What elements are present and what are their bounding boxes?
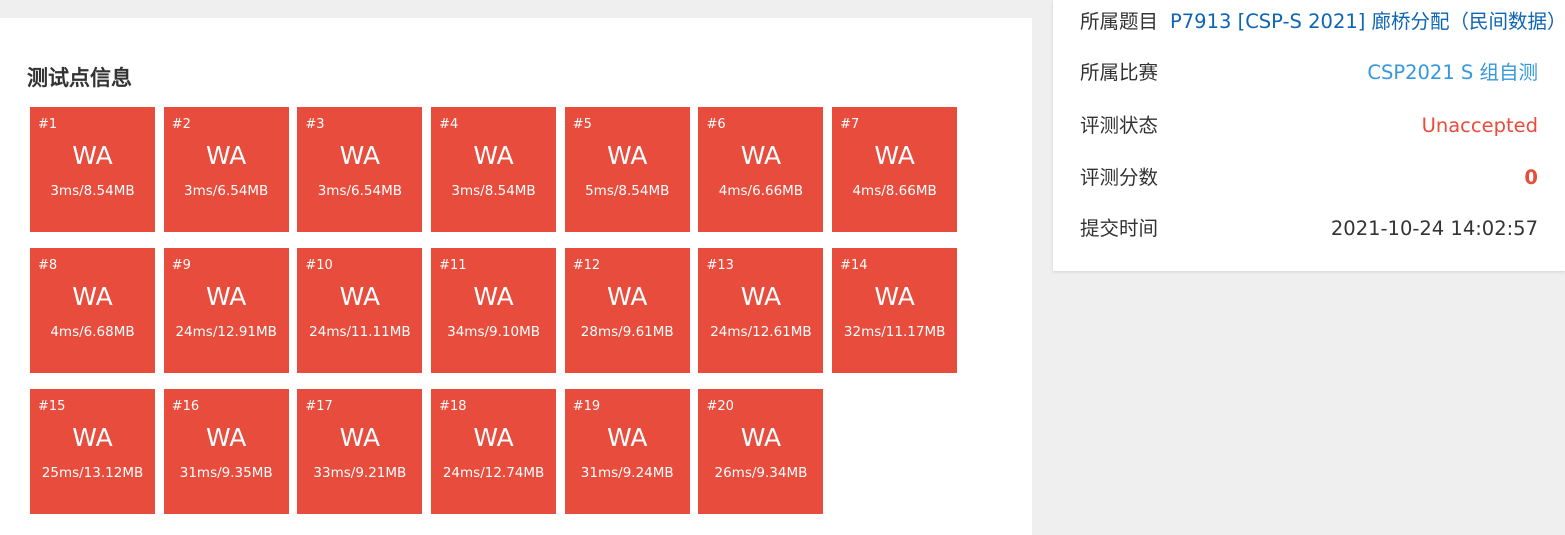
testcase-tile[interactable]: #11 WA 34ms/9.10MB xyxy=(431,248,557,373)
testcase-status: WA xyxy=(740,282,782,311)
testcase-number: #5 xyxy=(572,117,592,132)
testcase-status: WA xyxy=(473,423,514,452)
testcase-number: #7 xyxy=(840,117,860,132)
testcase-status: WA xyxy=(205,141,247,170)
testcase-section-title: 测试点信息 xyxy=(27,66,132,90)
testcase-number: #14 xyxy=(840,258,868,273)
testcase-number: #15 xyxy=(38,399,66,414)
testcase-number: #19 xyxy=(572,399,601,414)
testcase-usage: 31ms/9.24MB xyxy=(580,465,674,481)
testcase-number: #20 xyxy=(706,399,734,414)
testcase-tile[interactable]: #2 WA 3ms/6.54MB xyxy=(163,107,289,232)
testcase-status: WA xyxy=(72,282,113,311)
contest-link[interactable]: CSP2021 S 组自测 xyxy=(1367,58,1538,88)
score-label: 评测分数 xyxy=(1080,166,1159,189)
status-value: Unaccepted xyxy=(1421,114,1538,137)
testcase-card: 测试点信息 #1 WA 3ms/8.54MB #2 WA 3ms/6.54MB #3 WA 3m… xyxy=(0,18,1032,535)
score-value: 0 xyxy=(1524,166,1538,189)
testcase-number: #1 xyxy=(38,117,58,132)
testcase-status: WA xyxy=(205,423,247,452)
contest-row: 所属比赛 CSP2021 S 组自测 xyxy=(1080,58,1538,88)
testcase-usage: 4ms/8.66MB xyxy=(852,183,937,199)
testcase-number: #17 xyxy=(305,399,333,414)
testcase-usage: 24ms/12.74MB xyxy=(442,465,545,481)
testcase-status: WA xyxy=(473,282,514,311)
testcase-usage: 24ms/12.61MB xyxy=(710,324,812,340)
submit-time-value: 2021-10-24 14:02:57 xyxy=(1330,217,1538,240)
status-row: 评测状态 Unaccepted xyxy=(1080,111,1538,141)
problem-label: 所属题目 xyxy=(1080,10,1159,33)
testcase-tile[interactable]: #17 WA 33ms/9.21MB xyxy=(297,389,423,514)
testcase-tile[interactable]: #15 WA 25ms/13.12MB xyxy=(30,389,155,514)
submit-time-row: 提交时间 2021-10-24 14:02:57 xyxy=(1080,214,1538,244)
testcase-usage: 3ms/6.54MB xyxy=(184,183,269,199)
testcase-tile[interactable]: #7 WA 4ms/8.66MB xyxy=(832,107,958,232)
testcase-tile[interactable]: #6 WA 4ms/6.66MB xyxy=(698,107,824,232)
testcase-usage: 3ms/8.54MB xyxy=(451,183,536,199)
testcase-number: #18 xyxy=(439,399,467,414)
testcase-usage: 26ms/9.34MB xyxy=(714,465,808,481)
testcase-status: WA xyxy=(740,423,782,452)
testcase-usage: 4ms/6.68MB xyxy=(50,324,135,340)
testcase-status: WA xyxy=(607,282,648,311)
testcase-tile[interactable]: #14 WA 32ms/11.17MB xyxy=(832,248,958,373)
testcase-usage: 3ms/6.54MB xyxy=(317,183,403,199)
testcase-status: WA xyxy=(205,282,247,311)
testcase-tile[interactable]: #12 WA 28ms/9.61MB xyxy=(564,248,690,373)
contest-label: 所属比赛 xyxy=(1080,61,1159,84)
testcase-status: WA xyxy=(339,423,381,452)
testcase-status: WA xyxy=(607,141,648,170)
testcase-usage: 24ms/11.11MB xyxy=(309,324,411,340)
testcase-status: WA xyxy=(72,141,113,170)
testcase-tile[interactable]: #20 WA 26ms/9.34MB xyxy=(698,389,824,514)
testcase-usage: 32ms/11.17MB xyxy=(843,324,946,340)
testcase-usage: 31ms/9.35MB xyxy=(179,465,273,481)
testcase-usage: 34ms/9.10MB xyxy=(447,324,540,340)
testcase-grid: #1 WA 3ms/8.54MB #2 WA 3ms/6.54MB #3 WA 3ms/6.54… xyxy=(30,107,970,514)
testcase-usage: 25ms/13.12MB xyxy=(41,465,144,481)
testcase-status: WA xyxy=(473,141,514,170)
testcase-number: #6 xyxy=(706,117,726,132)
testcase-status: WA xyxy=(339,141,381,170)
testcase-number: #12 xyxy=(572,258,601,273)
testcase-status: WA xyxy=(740,141,782,170)
testcase-tile[interactable]: #3 WA 3ms/6.54MB xyxy=(297,107,423,232)
testcase-number: #3 xyxy=(305,117,325,132)
testcase-tile[interactable]: #4 WA 3ms/8.54MB xyxy=(431,107,557,232)
testcase-usage: 28ms/9.61MB xyxy=(580,324,674,340)
testcase-number: #11 xyxy=(439,258,467,273)
testcase-usage: 24ms/12.91MB xyxy=(175,324,277,340)
problem-row: 所属题目 P7913 [CSP-S 2021] 廊桥分配（民间数据） xyxy=(1080,7,1565,37)
testcase-tile[interactable]: #16 WA 31ms/9.35MB xyxy=(163,389,289,514)
testcase-usage: 33ms/9.21MB xyxy=(313,465,407,481)
testcase-usage: 4ms/6.66MB xyxy=(718,183,804,199)
status-label: 评测状态 xyxy=(1080,114,1159,137)
testcase-tile[interactable]: #18 WA 24ms/12.74MB xyxy=(431,389,557,514)
testcase-tile[interactable]: #10 WA 24ms/11.11MB xyxy=(297,248,423,373)
testcase-tile[interactable]: #1 WA 3ms/8.54MB xyxy=(30,107,155,232)
testcase-status: WA xyxy=(874,282,915,311)
testcase-status: WA xyxy=(874,141,915,170)
score-row: 评测分数 0 xyxy=(1080,163,1538,193)
testcase-usage: 5ms/8.54MB xyxy=(585,183,670,199)
testcase-status: WA xyxy=(607,423,648,452)
testcase-status: WA xyxy=(72,423,113,452)
testcase-tile[interactable]: #19 WA 31ms/9.24MB xyxy=(564,389,690,514)
testcase-status: WA xyxy=(339,282,381,311)
testcase-number: #8 xyxy=(38,258,58,273)
problem-link[interactable]: P7913 [CSP-S 2021] 廊桥分配（民间数据） xyxy=(1170,7,1565,37)
submit-time-label: 提交时间 xyxy=(1080,217,1159,240)
testcase-tile[interactable]: #5 WA 5ms/8.54MB xyxy=(564,107,690,232)
testcase-number: #4 xyxy=(439,117,459,132)
submission-info-card: 所属题目 P7913 [CSP-S 2021] 廊桥分配（民间数据） 所属比赛 … xyxy=(1053,0,1565,271)
testcase-number: #9 xyxy=(171,258,191,273)
testcase-number: #10 xyxy=(305,258,333,273)
testcase-usage: 3ms/8.54MB xyxy=(50,183,135,199)
testcase-number: #13 xyxy=(706,258,734,273)
testcase-tile[interactable]: #9 WA 24ms/12.91MB xyxy=(163,248,289,373)
testcase-tile[interactable]: #13 WA 24ms/12.61MB xyxy=(698,248,824,373)
testcase-tile[interactable]: #8 WA 4ms/6.68MB xyxy=(30,248,155,373)
testcase-number: #2 xyxy=(171,117,191,132)
testcase-number: #16 xyxy=(171,399,200,414)
